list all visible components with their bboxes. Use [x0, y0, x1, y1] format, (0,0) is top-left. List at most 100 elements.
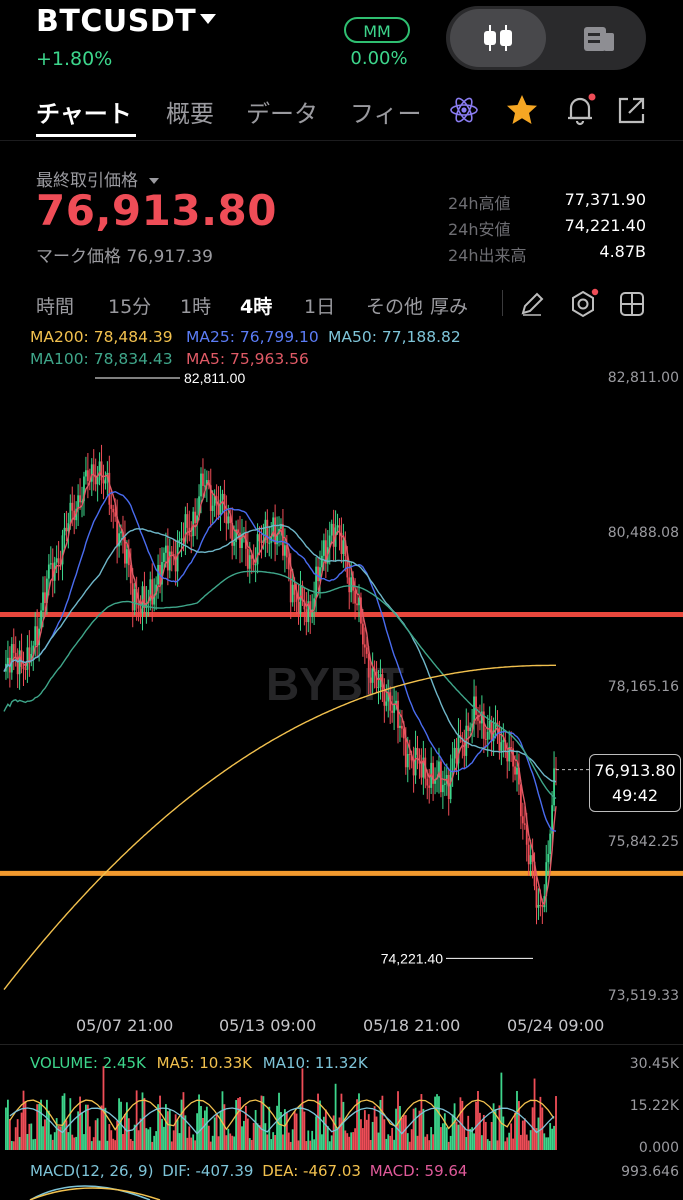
candle-body [85, 470, 87, 477]
interval-1h[interactable]: 1時 [180, 292, 211, 319]
volume-bar [289, 1141, 292, 1150]
atom-icon[interactable] [448, 94, 480, 130]
volume-bar [180, 1099, 183, 1150]
volume-bar [377, 1132, 380, 1150]
tab-data[interactable]: データ [246, 94, 318, 129]
volume-bar [124, 1113, 126, 1150]
info-view-button[interactable] [560, 9, 642, 67]
stat-high-value: 77,371.90 [564, 190, 646, 209]
candle-body [211, 505, 214, 511]
volume-bar [309, 1140, 312, 1150]
volume-bar [125, 1102, 128, 1150]
candle-body [397, 700, 399, 728]
volume-bar [178, 1133, 181, 1150]
bell-icon[interactable] [562, 92, 598, 132]
symbol-title[interactable]: BTCUSDT [36, 4, 196, 39]
candle-body [356, 603, 358, 606]
candle-body [104, 478, 107, 484]
candle-body [18, 650, 21, 675]
document-icon [584, 27, 614, 51]
volume-bar [319, 1100, 321, 1150]
volume-bar [256, 1123, 259, 1150]
volume-bar [270, 1139, 273, 1150]
layout-grid-icon[interactable] [618, 290, 646, 322]
volume-bar [360, 1119, 362, 1150]
volume-bar [174, 1114, 177, 1150]
candle-body [42, 592, 44, 611]
volume-bar [143, 1097, 146, 1150]
volume-bar [272, 1132, 275, 1150]
candle-body [71, 502, 74, 511]
volume-bar [313, 1139, 316, 1150]
volume-bar [381, 1095, 384, 1150]
interval-depth[interactable]: 厚み [430, 292, 468, 319]
interval-more[interactable]: その他 [366, 292, 423, 319]
volume-bar [88, 1126, 91, 1150]
volume-bar [324, 1109, 327, 1150]
interval-1d[interactable]: 1日 [304, 292, 335, 319]
volume-bar [147, 1129, 150, 1150]
volume-bar [453, 1103, 456, 1150]
volume-bar [51, 1139, 54, 1150]
volume-bar [508, 1132, 511, 1150]
interval-4h[interactable]: 4時 [240, 292, 272, 319]
candle-body [166, 545, 169, 571]
mm-badge[interactable]: MM [344, 17, 410, 43]
interval-15m[interactable]: 15分 [108, 292, 151, 319]
volume-bar [42, 1126, 44, 1150]
volume-bar [186, 1137, 189, 1150]
candle-body [541, 905, 544, 908]
volume-bar [297, 1140, 300, 1150]
tab-overview[interactable]: 概要 [166, 94, 214, 129]
volume-bar [449, 1135, 452, 1150]
indicator-settings-icon[interactable] [566, 287, 600, 325]
volume-bar [217, 1136, 220, 1150]
candle-body [414, 747, 417, 776]
candle-body [219, 499, 222, 515]
volume-bar [445, 1127, 448, 1150]
volume-bar [379, 1099, 382, 1150]
chart-view-button[interactable] [450, 9, 546, 67]
volume-bar [303, 1111, 306, 1150]
candle-body [79, 495, 81, 503]
volume-bar [488, 1140, 491, 1150]
volume-bar [338, 1117, 341, 1150]
share-icon[interactable] [614, 94, 648, 132]
volume-bar [422, 1108, 425, 1150]
volume-bar [215, 1112, 218, 1150]
candle-body [110, 504, 113, 509]
candle-body [510, 747, 513, 749]
favorite-star-icon[interactable] [504, 92, 540, 132]
candle-body [248, 555, 251, 569]
interval-time[interactable]: 時間 [36, 292, 74, 319]
candle-body [112, 508, 115, 513]
volume-bar [233, 1136, 236, 1150]
candle-body [26, 647, 29, 670]
candle-body [133, 589, 136, 611]
candle-body [336, 525, 339, 528]
volume-bar [122, 1134, 124, 1150]
tab-fee[interactable]: フィー [350, 94, 422, 129]
volume-bar [110, 1130, 113, 1150]
volume-bar [543, 1133, 546, 1150]
price-tick: 73,519.33 [607, 988, 679, 1004]
volume-bar [10, 1140, 13, 1150]
volume-bar [264, 1123, 267, 1150]
volume-bar [516, 1090, 518, 1150]
candlestick-chart[interactable]: BYBIT 82,811.0074,221.40 [0, 360, 683, 1010]
candle-body [321, 555, 323, 568]
volume-bar [352, 1132, 355, 1150]
candle-body [47, 564, 50, 579]
volume-bar [404, 1115, 407, 1150]
chevron-down-icon[interactable] [200, 14, 216, 24]
volume-bar [53, 1132, 56, 1150]
candle-body [514, 766, 516, 775]
candle-body [190, 535, 193, 537]
volume-bar [533, 1078, 536, 1150]
volume-bar [418, 1110, 421, 1150]
pencil-icon[interactable] [518, 290, 546, 322]
volume-bar [8, 1119, 11, 1150]
divider [502, 290, 503, 316]
tab-chart[interactable]: チャート [36, 94, 132, 129]
current-price-tag: 76,913.80 49:42 [589, 754, 681, 812]
